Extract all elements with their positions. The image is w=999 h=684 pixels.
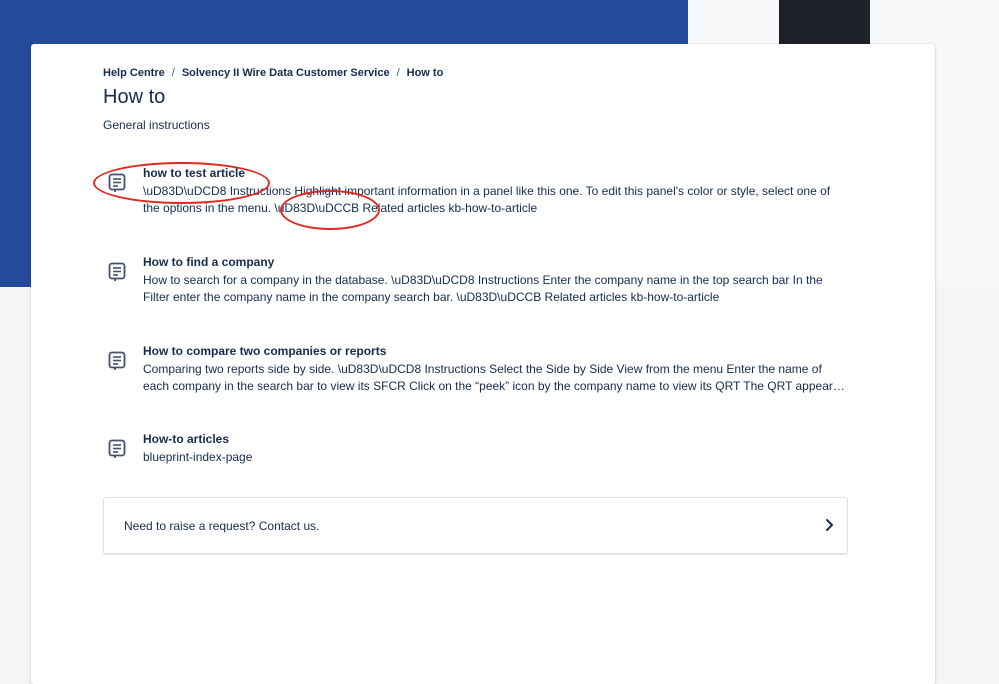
breadcrumb-separator: /: [396, 67, 400, 79]
page-description: General instructions: [103, 118, 210, 132]
breadcrumb-help-centre[interactable]: Help Centre: [103, 67, 165, 79]
breadcrumb: Help Centre / Solvency II Wire Data Cust…: [103, 67, 443, 79]
page-title: How to: [103, 86, 166, 108]
raise-request-card[interactable]: Need to raise a request? Contact us.: [103, 497, 848, 554]
article-excerpt: blueprint-index-page: [143, 450, 253, 464]
content-card: Help Centre / Solvency II Wire Data Cust…: [31, 44, 935, 684]
breadcrumb-separator: /: [171, 67, 175, 79]
chevron-right-icon: [826, 519, 833, 531]
article-title[interactable]: how to test article: [143, 166, 245, 180]
article-item[interactable]: How-to articles blueprint-index-page: [103, 432, 848, 472]
article-excerpt: \uD83D\uDCD8 Instructions Highlight impo…: [143, 184, 831, 215]
header-dark-block: [779, 0, 870, 44]
article-item[interactable]: how to test article \uD83D\uDCD8 Instruc…: [103, 166, 848, 215]
page-icon: [108, 173, 126, 192]
article-title[interactable]: How to find a company: [143, 255, 274, 269]
breadcrumb-current[interactable]: How to: [407, 67, 444, 79]
page-icon: [108, 439, 126, 458]
page-icon: [108, 351, 126, 370]
article-title[interactable]: How to compare two companies or reports: [143, 344, 386, 358]
raise-request-label: Need to raise a request? Contact us.: [124, 519, 320, 533]
article-excerpt: How to search for a company in the datab…: [143, 273, 823, 304]
article-title[interactable]: How-to articles: [143, 432, 229, 446]
article-item[interactable]: How to compare two companies or reports …: [103, 344, 848, 393]
article-excerpt: Comparing two reports side by side. \uD8…: [143, 362, 839, 393]
breadcrumb-service-desk[interactable]: Solvency II Wire Data Customer Service: [182, 67, 390, 79]
page-icon: [108, 262, 126, 281]
article-item[interactable]: How to find a company How to search for …: [103, 255, 848, 304]
